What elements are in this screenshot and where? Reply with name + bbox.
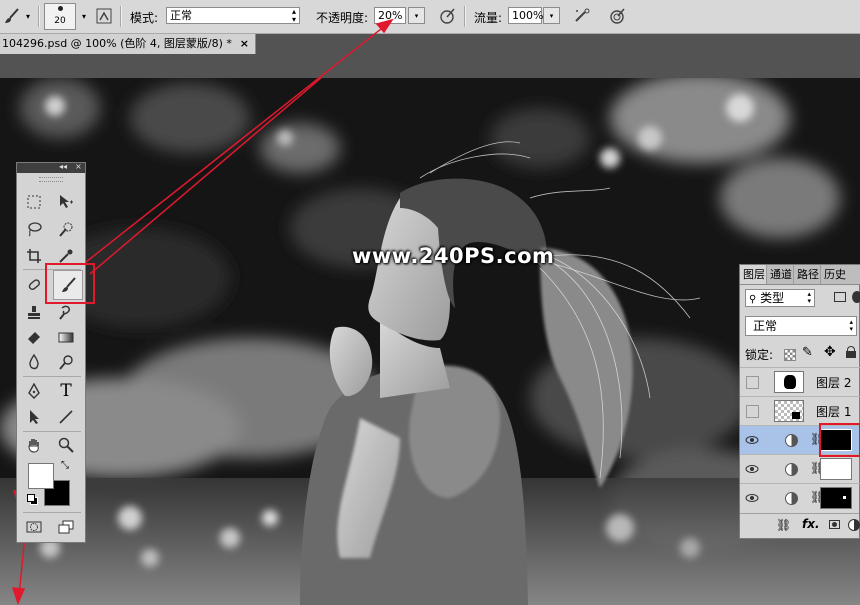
gradient-tool-icon[interactable] (55, 326, 77, 348)
eraser-tool-icon[interactable] (23, 326, 45, 348)
blend-mode-select[interactable]: 正常 ▴ ▾ (745, 316, 857, 336)
annotation-overlay (11, 18, 394, 605)
search-icon: ⚲ (749, 294, 757, 305)
adjustment-layer-icon (785, 492, 798, 505)
link-layers-icon[interactable]: ⛓ (776, 518, 791, 532)
default-colors-icon[interactable] (27, 494, 38, 505)
select-arrows-icon: ▴ ▾ (807, 290, 811, 305)
collapse-panel-icon[interactable]: ◂◂ (59, 162, 67, 171)
lock-all-icon[interactable] (846, 346, 856, 358)
layer-thumbnail (774, 400, 804, 422)
healing-brush-tool-icon[interactable] (23, 274, 45, 296)
foreground-color-swatch[interactable] (28, 463, 54, 489)
layer-row[interactable]: ⛓ (740, 483, 860, 513)
tab-channels[interactable]: 通道 (767, 265, 794, 284)
path-selection-tool-icon[interactable] (23, 406, 45, 428)
dodge-tool-icon[interactable] (55, 351, 77, 373)
layer-visibility-off[interactable] (744, 403, 760, 419)
tab-paths[interactable]: 路径 (794, 265, 821, 284)
tools-panel: ◂◂ × T ⤡ (16, 162, 95, 543)
eye-icon[interactable] (744, 461, 760, 477)
layer-mask-thumbnail[interactable] (820, 458, 852, 480)
layers-panel-footer: ⛓ fx. (740, 513, 860, 539)
blur-tool-icon[interactable] (23, 351, 45, 373)
brush-tool-highlight (45, 263, 95, 304)
panel-grip[interactable] (39, 177, 63, 182)
adjustment-layer-icon (785, 463, 798, 476)
quick-mask-icon[interactable] (23, 516, 45, 538)
layers-panel-tabs: 图层 通道 路径 历史 (740, 265, 860, 285)
layer-filter-value: 类型 (760, 291, 785, 305)
type-tool-icon[interactable]: T (55, 380, 77, 402)
move-tool-icon[interactable] (55, 191, 77, 213)
tools-panel-header[interactable]: ◂◂ × (17, 162, 85, 173)
layer-mask-thumbnail[interactable] (820, 487, 852, 509)
eye-icon[interactable] (744, 490, 760, 506)
tab-history[interactable]: 历史 (821, 265, 860, 284)
select-arrows-icon: ▴ ▾ (849, 318, 853, 333)
crop-tool-icon[interactable] (23, 245, 45, 267)
adjustment-layer-icon (785, 434, 798, 447)
layer-row[interactable]: 图层 2 (740, 367, 860, 397)
layer-filter-select[interactable]: ⚲ 类型 ▴ ▾ (745, 289, 815, 307)
screen-mode-icon[interactable] (55, 516, 77, 538)
marquee-tool-icon[interactable] (23, 191, 45, 213)
eye-icon[interactable] (744, 432, 760, 448)
tab-layers[interactable]: 图层 (740, 265, 767, 284)
zoom-tool-icon[interactable] (55, 434, 77, 456)
hand-tool-icon[interactable] (23, 434, 45, 456)
fx-icon[interactable]: fx. (802, 517, 820, 531)
line-tool-icon[interactable] (55, 406, 77, 428)
lasso-tool-icon[interactable] (23, 218, 45, 240)
add-mask-icon[interactable] (829, 520, 840, 529)
quick-selection-tool-icon[interactable] (55, 218, 77, 240)
lock-transparent-icon[interactable] (784, 349, 796, 361)
pen-tool-icon[interactable] (23, 380, 45, 402)
filter-image-icon[interactable] (834, 292, 846, 302)
clone-stamp-tool-icon[interactable] (23, 301, 45, 323)
new-adjustment-icon[interactable] (848, 519, 860, 531)
layer-name[interactable]: 图层 1 (816, 403, 851, 420)
history-brush-tool-icon[interactable] (55, 301, 77, 323)
layer-visibility-off[interactable] (744, 374, 760, 390)
layer-row[interactable]: 图层 1 (740, 396, 860, 426)
swap-colors-icon[interactable]: ⤡ (61, 460, 69, 471)
layer-thumbnail (774, 371, 804, 393)
layer-row[interactable]: ⛓ (740, 454, 860, 484)
filter-adjustment-icon[interactable] (852, 291, 860, 303)
blend-mode-value: 正常 (753, 319, 778, 333)
mask-highlight (819, 423, 860, 457)
lock-paint-icon[interactable]: ✎ (802, 345, 813, 360)
lock-label: 锁定: (745, 348, 774, 362)
close-panel-icon[interactable]: × (75, 162, 82, 171)
lock-position-icon[interactable]: ✥ (824, 344, 836, 360)
layers-panel: 图层 通道 路径 历史 ⚲ 类型 ▴ ▾ 正常 ▴ ▾ 锁定: ✎ ✥ 图层 2 图… (739, 264, 860, 539)
layer-name[interactable]: 图层 2 (816, 374, 851, 391)
